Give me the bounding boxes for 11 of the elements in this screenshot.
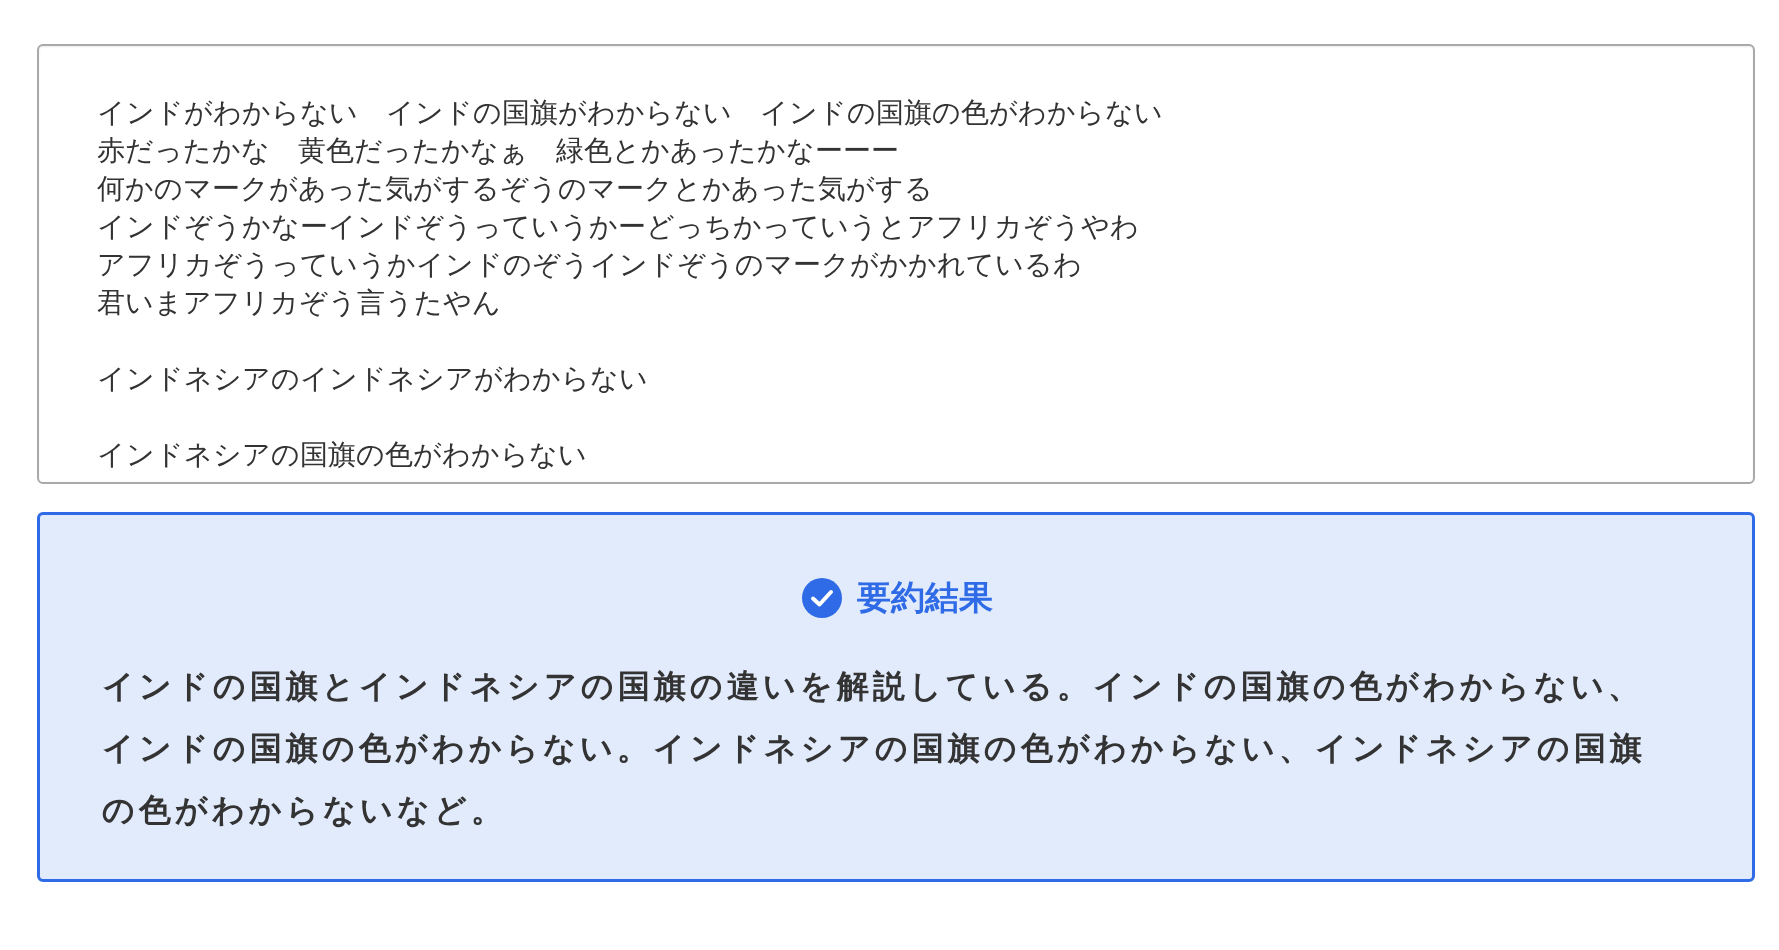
text-input-area[interactable] bbox=[37, 44, 1755, 484]
input-text-line: インドぞうかなーインドぞうっていうかーどっちかっていうとアフリカぞうやわ bbox=[97, 209, 1139, 245]
result-title: 要約結果 bbox=[857, 576, 993, 619]
input-text-line: 君いまアフリカぞう言うたやん bbox=[97, 285, 501, 321]
input-text-line: 何かのマークがあった気がするぞうのマークとかあった気がする bbox=[97, 171, 933, 207]
input-text-line: 赤だったかな 黄色だったかなぁ 緑色とかあったかなーーー bbox=[97, 133, 899, 169]
input-text-line: インドネシアの国旗の色がわからない bbox=[97, 437, 587, 473]
input-text-line: インドがわからない インドの国旗がわからない インドの国旗の色がわからない bbox=[97, 95, 1163, 131]
input-text-line: インドネシアのインドネシアがわからない bbox=[97, 361, 648, 397]
summary-text: インドの国旗とインドネシアの国旗の違いを解説している。インドの国旗の色がわからない、インドの国旗の色がわからない。インドネシアの国旗の色がわからない、インドネシアの国旗の色がわからないなど。 bbox=[102, 666, 1647, 831]
input-text-line: アフリカぞうっていうかインドのぞうインドぞうのマークがかかれているわ bbox=[97, 247, 1082, 283]
